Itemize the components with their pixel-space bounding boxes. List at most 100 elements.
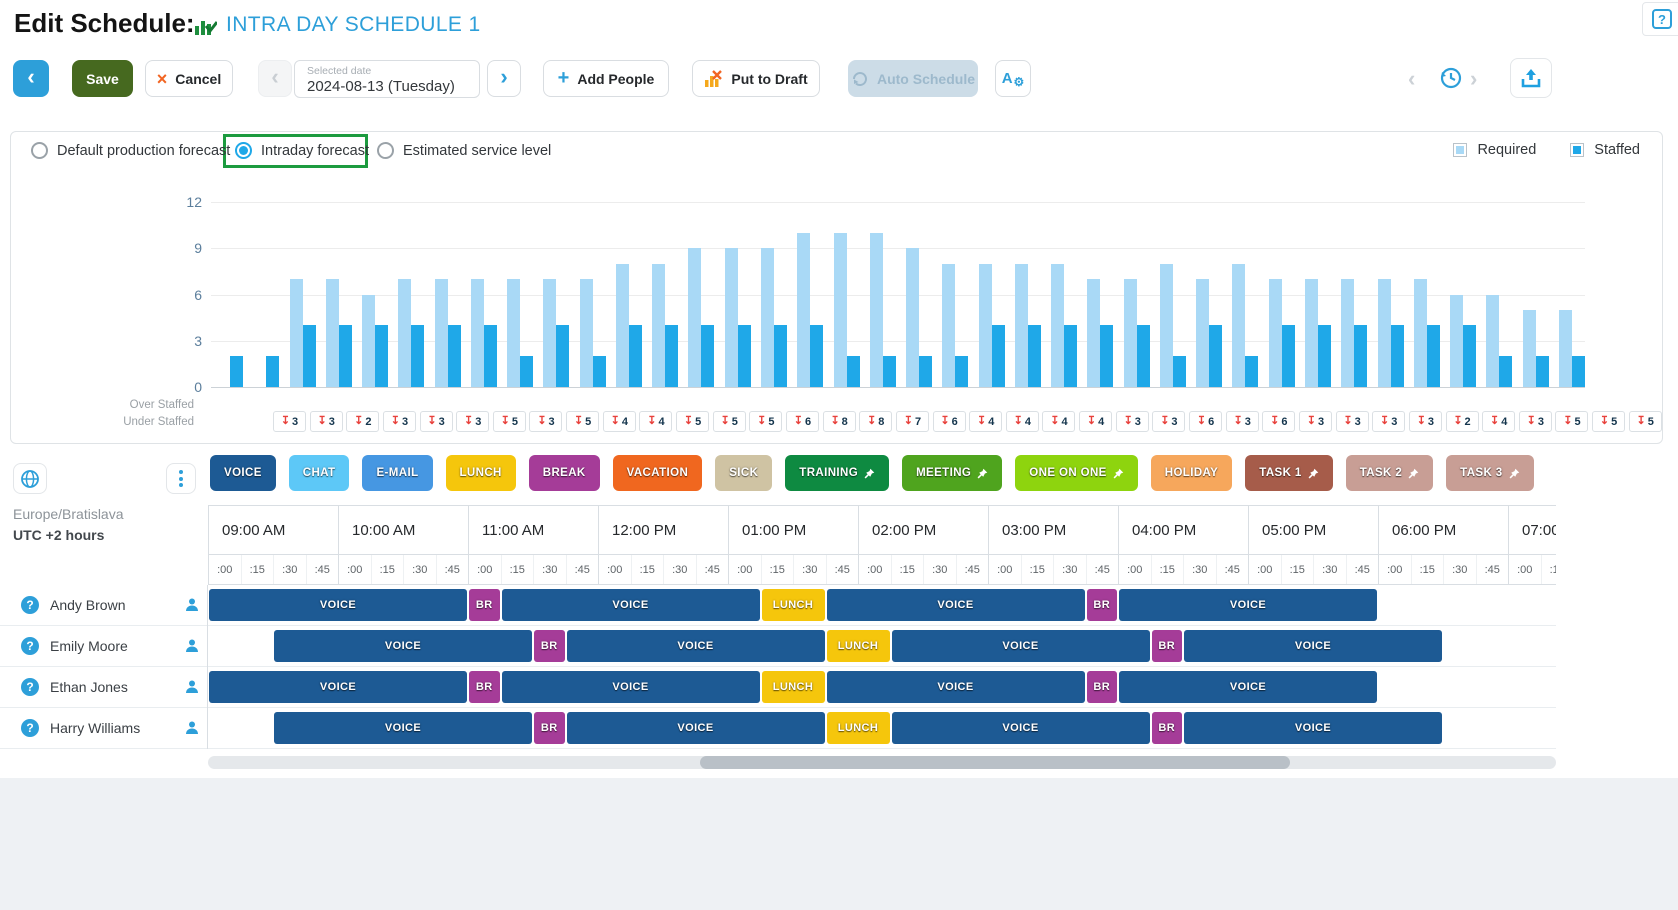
staffed-bar[interactable] — [1427, 325, 1440, 387]
required-bar[interactable] — [1269, 279, 1282, 387]
schedule-segment-break[interactable]: BR — [1152, 630, 1183, 662]
required-bar[interactable] — [652, 264, 665, 387]
staffed-bar[interactable] — [629, 325, 642, 387]
forecast-radio-estimated-service-level[interactable]: Estimated service level — [377, 142, 551, 159]
activity-chip-sick[interactable]: SICK — [715, 455, 772, 491]
required-bar[interactable] — [616, 264, 629, 387]
schedule-name-link[interactable]: INTRA DAY SCHEDULE 1 — [226, 13, 481, 37]
schedule-segment-voice[interactable]: VOICE — [274, 712, 532, 744]
staffed-bar[interactable] — [484, 325, 497, 387]
required-bar[interactable] — [906, 248, 919, 387]
timeline-scrollbar[interactable] — [208, 756, 1556, 769]
schedule-segment-voice[interactable]: VOICE — [209, 589, 467, 621]
history-clock-icon[interactable] — [1436, 64, 1464, 92]
under-staffed-badge[interactable]: ↧6 — [786, 411, 819, 432]
staffed-bar[interactable] — [266, 356, 279, 387]
under-staffed-badge[interactable]: ↧3 — [1299, 411, 1332, 432]
required-bar[interactable] — [1124, 279, 1137, 387]
under-staffed-badge[interactable]: ↧6 — [933, 411, 966, 432]
required-bar[interactable] — [688, 248, 701, 387]
agent-settings-button[interactable]: A ⚙ — [995, 60, 1031, 97]
schedule-segment-voice[interactable]: VOICE — [209, 671, 467, 703]
required-bar[interactable] — [398, 279, 411, 387]
staffed-bar[interactable] — [992, 325, 1005, 387]
under-staffed-badge[interactable]: ↧5 — [1629, 411, 1662, 432]
staffed-bar[interactable] — [593, 356, 606, 387]
required-bar[interactable] — [362, 295, 375, 388]
schedule-segment-lunch[interactable]: LUNCH — [827, 712, 890, 744]
selected-date-field[interactable]: Selected date 2024-08-13 (Tuesday) — [294, 60, 480, 98]
under-staffed-badge[interactable]: ↧5 — [1555, 411, 1588, 432]
required-bar[interactable] — [580, 279, 593, 387]
timeline-scrollbar-thumb[interactable] — [700, 756, 1290, 769]
put-to-draft-button[interactable]: Put to Draft — [692, 60, 820, 97]
required-bar[interactable] — [797, 233, 810, 387]
under-staffed-badge[interactable]: ↧7 — [896, 411, 929, 432]
cancel-button[interactable]: × Cancel — [145, 60, 233, 97]
employee-help-icon[interactable]: ? — [21, 719, 39, 737]
schedule-segment-voice[interactable]: VOICE — [502, 589, 760, 621]
required-bar[interactable] — [979, 264, 992, 387]
schedule-segment-voice[interactable]: VOICE — [892, 712, 1150, 744]
schedule-segment-voice[interactable]: VOICE — [567, 630, 825, 662]
help-button[interactable]: ? — [1642, 2, 1678, 36]
staffed-bar[interactable] — [1137, 325, 1150, 387]
under-staffed-badge[interactable]: ↧3 — [1409, 411, 1442, 432]
staffed-bar[interactable] — [1282, 325, 1295, 387]
timezone-button[interactable] — [13, 463, 47, 494]
activity-chip-task-3[interactable]: TASK 3 — [1446, 455, 1533, 491]
activity-chip-break[interactable]: BREAK — [529, 455, 600, 491]
activity-chip-one-on-one[interactable]: ONE ON ONE — [1015, 455, 1137, 491]
required-bar[interactable] — [543, 279, 556, 387]
schedule-segment-break[interactable]: BR — [534, 630, 565, 662]
schedule-segment-break[interactable]: BR — [1087, 671, 1118, 703]
under-staffed-badge[interactable]: ↧3 — [1226, 411, 1259, 432]
schedule-segment-voice[interactable]: VOICE — [274, 630, 532, 662]
under-staffed-badge[interactable]: ↧5 — [566, 411, 599, 432]
activity-chip-e-mail[interactable]: E-MAIL — [362, 455, 432, 491]
under-staffed-badge[interactable]: ↧4 — [969, 411, 1002, 432]
under-staffed-badge[interactable]: ↧6 — [1189, 411, 1222, 432]
required-bar[interactable] — [761, 248, 774, 387]
activity-chip-meeting[interactable]: MEETING — [902, 455, 1002, 491]
under-staffed-badge[interactable]: ↧8 — [859, 411, 892, 432]
staffed-bar[interactable] — [556, 325, 569, 387]
history-forward-button[interactable]: › — [1470, 66, 1477, 92]
under-staffed-badge[interactable]: ↧5 — [1592, 411, 1625, 432]
under-staffed-badge[interactable]: ↧5 — [749, 411, 782, 432]
under-staffed-badge[interactable]: ↧5 — [713, 411, 746, 432]
activity-chip-chat[interactable]: CHAT — [289, 455, 350, 491]
save-button[interactable]: Save — [72, 60, 133, 97]
schedule-segment-voice[interactable]: VOICE — [827, 589, 1085, 621]
required-bar[interactable] — [870, 233, 883, 387]
required-bar[interactable] — [435, 279, 448, 387]
staffed-bar[interactable] — [303, 325, 316, 387]
schedule-segment-voice[interactable]: VOICE — [1119, 671, 1377, 703]
staffed-bar[interactable] — [1463, 325, 1476, 387]
schedule-segment-break[interactable]: BR — [469, 671, 500, 703]
under-staffed-badge[interactable]: ↧3 — [1336, 411, 1369, 432]
schedule-segment-voice[interactable]: VOICE — [1184, 712, 1442, 744]
previous-date-button[interactable]: ‹ — [258, 60, 292, 97]
staffed-bar[interactable] — [955, 356, 968, 387]
under-staffed-badge[interactable]: ↧4 — [1482, 411, 1515, 432]
staffed-bar[interactable] — [1318, 325, 1331, 387]
staffed-bar[interactable] — [411, 325, 424, 387]
staffed-bar[interactable] — [448, 325, 461, 387]
under-staffed-badge[interactable]: ↧2 — [346, 411, 379, 432]
employee-help-icon[interactable]: ? — [21, 637, 39, 655]
required-bar[interactable] — [1196, 279, 1209, 387]
activity-chip-lunch[interactable]: LUNCH — [446, 455, 516, 491]
schedule-segment-voice[interactable]: VOICE — [502, 671, 760, 703]
under-staffed-badge[interactable]: ↧4 — [1079, 411, 1112, 432]
schedule-segment-voice[interactable]: VOICE — [827, 671, 1085, 703]
required-bar[interactable] — [1559, 310, 1572, 387]
legend-item-required[interactable]: Required — [1453, 142, 1536, 158]
under-staffed-badge[interactable]: ↧3 — [1519, 411, 1552, 432]
staffed-bar[interactable] — [375, 325, 388, 387]
under-staffed-badge[interactable]: ↧8 — [823, 411, 856, 432]
under-staffed-badge[interactable]: ↧3 — [529, 411, 562, 432]
under-staffed-badge[interactable]: ↧3 — [1116, 411, 1149, 432]
person-icon[interactable] — [184, 597, 200, 613]
staffed-bar[interactable] — [1354, 325, 1367, 387]
